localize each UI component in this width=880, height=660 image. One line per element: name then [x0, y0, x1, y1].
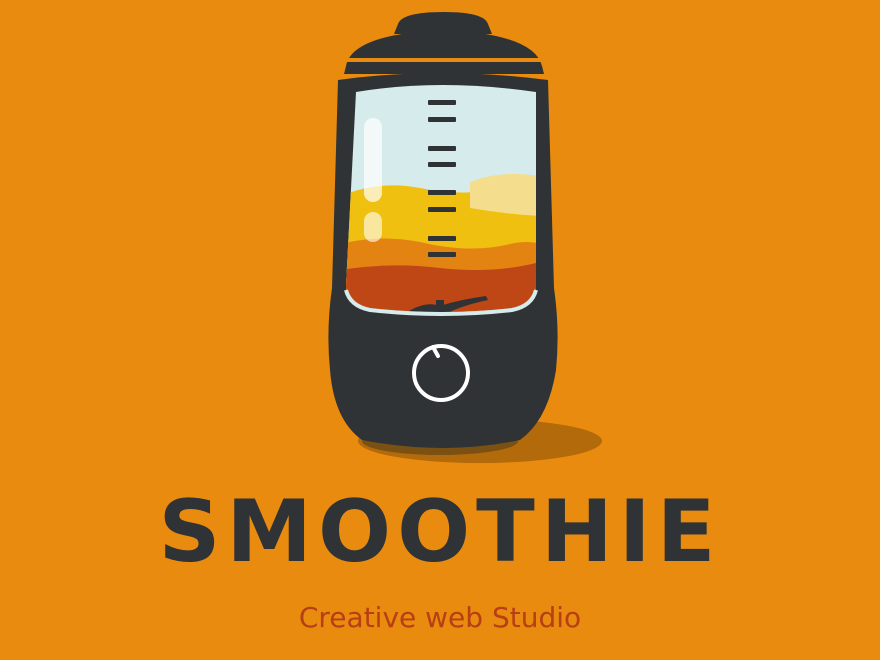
brand-title: SMOOTHIE [158, 482, 722, 582]
brand-tagline: Creative web Studio [298, 601, 582, 634]
blender-logo [328, 12, 602, 463]
blender-lid [344, 30, 544, 74]
glass-shine [364, 118, 382, 202]
